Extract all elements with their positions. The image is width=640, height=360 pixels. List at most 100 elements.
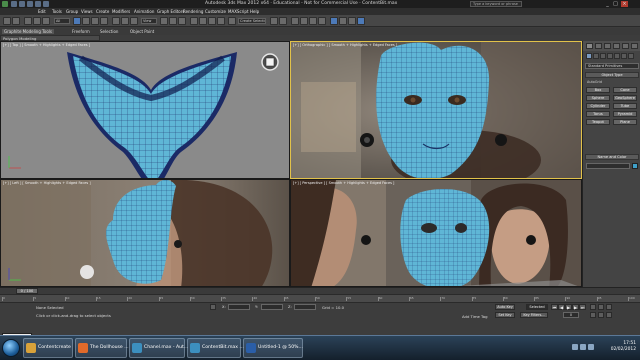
- edit-named-selection-icon[interactable]: [228, 17, 236, 25]
- layer-manager-icon[interactable]: [291, 17, 299, 25]
- select-manipulate-icon[interactable]: [169, 17, 177, 25]
- systems-icon[interactable]: [628, 53, 634, 59]
- snaps-toggle-icon[interactable]: [190, 17, 198, 25]
- redo-icon[interactable]: [43, 1, 49, 7]
- mirror-icon[interactable]: [270, 17, 278, 25]
- hierarchy-tab-icon[interactable]: [604, 43, 611, 49]
- action-center-icon[interactable]: [588, 344, 594, 350]
- taskbar-item-contentbit-max[interactable]: ContentBit.max ...: [187, 338, 244, 358]
- modify-tab-icon[interactable]: [595, 43, 602, 49]
- scale-tool-icon[interactable]: [130, 17, 138, 25]
- viewport-left-label[interactable]: [+] [ Left ] [ Smooth + Highlights + Edg…: [3, 181, 91, 185]
- menu-create[interactable]: Create: [96, 9, 109, 14]
- name-and-color-rollout[interactable]: Name and Color: [585, 154, 639, 160]
- orbit-icon[interactable]: [598, 312, 604, 318]
- taskbar-item-dollhouse[interactable]: The Dollhouse ...: [75, 338, 129, 358]
- rendered-frame-window-icon[interactable]: [348, 17, 356, 25]
- menu-views[interactable]: Views: [81, 9, 93, 14]
- auto-key-button[interactable]: Auto Key: [495, 304, 515, 310]
- zoom-icon[interactable]: [590, 304, 596, 310]
- ribbon-tab-selection[interactable]: Selection: [100, 29, 118, 34]
- link-icon[interactable]: [24, 17, 32, 25]
- pivot-center-icon[interactable]: [160, 17, 168, 25]
- redo-button[interactable]: [12, 17, 20, 25]
- object-name-field[interactable]: [586, 163, 630, 169]
- geosphere-button[interactable]: GeoSphere: [613, 95, 637, 101]
- object-type-rollout[interactable]: Object Type: [585, 72, 639, 78]
- selection-filter-select[interactable]: All: [54, 18, 70, 24]
- render-setup-icon[interactable]: [339, 17, 347, 25]
- cameras-icon[interactable]: [607, 53, 613, 59]
- teapot-button[interactable]: Teapot: [586, 119, 610, 125]
- plane-button[interactable]: Plane: [613, 119, 637, 125]
- track-bar[interactable]: 0 5 10 15 20 25 30 35 40 45 50 55 60 65 70 75 80 85 90 95 10…: [0, 294, 640, 303]
- sphere-button[interactable]: Sphere: [586, 95, 610, 101]
- set-key-button[interactable]: Set Key: [495, 312, 515, 318]
- ribbon-tab-object-paint[interactable]: Object Paint: [130, 29, 154, 34]
- maximize-button[interactable]: □: [612, 1, 619, 7]
- keyboard-shortcut-icon[interactable]: [178, 17, 186, 25]
- y-coord-field[interactable]: [261, 304, 283, 310]
- space-warps-icon[interactable]: [621, 53, 627, 59]
- window-crossing-icon[interactable]: [100, 17, 108, 25]
- menu-customize[interactable]: Customize: [205, 9, 226, 14]
- named-selection-select[interactable]: Create Selection Se: [238, 18, 266, 24]
- ribbon-tab-freeform[interactable]: Freeform: [72, 29, 90, 34]
- create-tab-icon[interactable]: [586, 43, 593, 49]
- schematic-view-icon[interactable]: [318, 17, 326, 25]
- shapes-icon[interactable]: [593, 53, 599, 59]
- close-button[interactable]: ×: [621, 1, 628, 7]
- unlink-icon[interactable]: [33, 17, 41, 25]
- rectangular-selection-icon[interactable]: [91, 17, 99, 25]
- minimize-button[interactable]: _: [604, 1, 611, 7]
- menu-rendering[interactable]: Rendering: [183, 9, 203, 14]
- torus-button[interactable]: Torus: [586, 111, 610, 117]
- viewport-perspective[interactable]: [+] [ Perspective ] [ Smooth + Highlight…: [290, 179, 582, 287]
- graphite-toggle-icon[interactable]: [300, 17, 308, 25]
- menu-help[interactable]: Help: [250, 9, 259, 14]
- zoom-all-icon[interactable]: [598, 304, 604, 310]
- new-file-icon[interactable]: [11, 1, 17, 7]
- previous-frame-icon[interactable]: ◀: [558, 304, 565, 310]
- geometry-icon[interactable]: [586, 53, 592, 59]
- undo-button[interactable]: [3, 17, 11, 25]
- taskbar-item-contentcreate[interactable]: Contentcreate: [23, 338, 73, 358]
- utilities-tab-icon[interactable]: [631, 43, 638, 49]
- key-filters-button[interactable]: Key Filters...: [520, 312, 548, 318]
- add-time-tag-button[interactable]: Add Time Tag: [462, 314, 487, 319]
- pyramid-button[interactable]: Pyramid: [613, 111, 637, 117]
- rotate-tool-icon[interactable]: [121, 17, 129, 25]
- zoom-extents-icon[interactable]: [606, 304, 612, 310]
- box-button[interactable]: Box: [586, 87, 610, 93]
- lights-icon[interactable]: [600, 53, 606, 59]
- viewport-left[interactable]: [+] [ Left ] [ Smooth + Highlights + Edg…: [0, 179, 290, 287]
- helpers-icon[interactable]: [614, 53, 620, 59]
- percent-snap-icon[interactable]: [208, 17, 216, 25]
- search-input[interactable]: Type a keyword or phrase: [470, 1, 522, 7]
- menu-animation[interactable]: Animation: [134, 9, 154, 14]
- select-object-button[interactable]: [73, 17, 81, 25]
- object-color-swatch[interactable]: [632, 163, 638, 169]
- system-clock[interactable]: 17:51 02/02/2012: [611, 341, 636, 353]
- material-editor-icon[interactable]: [330, 17, 338, 25]
- bind-space-warp-icon[interactable]: [42, 17, 50, 25]
- menu-tools[interactable]: Tools: [52, 9, 62, 14]
- viewport-top[interactable]: [+] [ Top ] [ Smooth + Highlights + Edge…: [0, 41, 290, 179]
- select-by-name-button[interactable]: [82, 17, 90, 25]
- menu-maxscript[interactable]: MAXScript: [228, 9, 249, 14]
- pan-view-icon[interactable]: [590, 312, 596, 318]
- viewport-perspective-label[interactable]: [+] [ Perspective ] [ Smooth + Highlight…: [293, 181, 394, 185]
- open-file-icon[interactable]: [19, 1, 25, 7]
- taskbar-item-photoshop[interactable]: Untitled-1 @ 50%...: [243, 338, 303, 358]
- menu-group[interactable]: Group: [66, 9, 78, 14]
- display-tab-icon[interactable]: [622, 43, 629, 49]
- go-to-end-icon[interactable]: ⏭: [579, 304, 586, 310]
- menu-edit[interactable]: Edit: [38, 9, 46, 14]
- start-button[interactable]: [2, 339, 20, 357]
- menu-graph-editors[interactable]: Graph Editors: [157, 9, 184, 14]
- network-icon[interactable]: [572, 344, 578, 350]
- next-frame-icon[interactable]: ▶: [572, 304, 579, 310]
- volume-icon[interactable]: [580, 344, 586, 350]
- reference-coordinate-select[interactable]: View: [141, 18, 157, 24]
- viewport-front[interactable]: [+] [ Orthographic ] [ Smooth + Highligh…: [290, 41, 582, 179]
